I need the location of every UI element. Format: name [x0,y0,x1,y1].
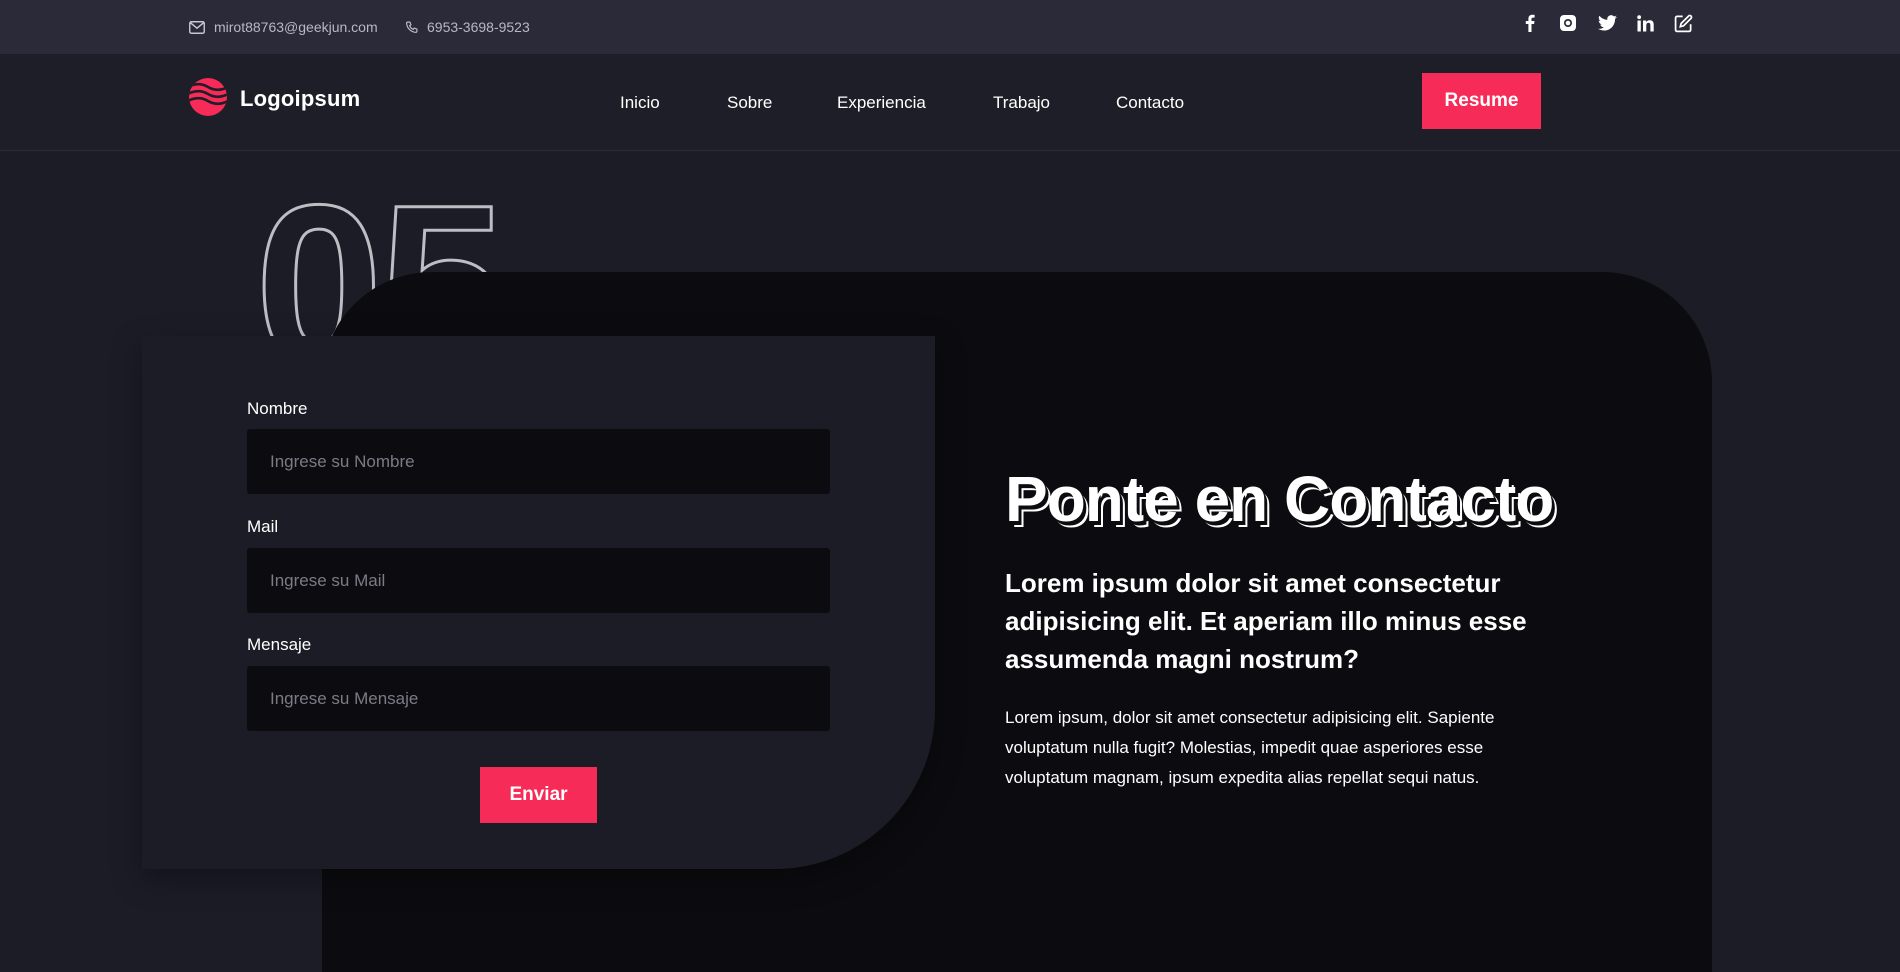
nav-link-contacto[interactable]: Contacto [1116,54,1184,151]
send-button[interactable]: Enviar [480,767,597,823]
resume-button[interactable]: Resume [1422,73,1541,129]
phone-contact[interactable]: 6953-3698-9523 [405,0,530,54]
brand-name: Logoipsum [240,86,361,111]
email-text: mirot88763@geekjun.com [214,19,378,35]
mail-label: Mail [247,517,279,536]
nav-link-experiencia[interactable]: Experiencia [837,54,926,151]
nav-link-trabajo[interactable]: Trabajo [993,54,1050,151]
facebook-icon[interactable] [1519,12,1541,34]
phone-icon [405,21,418,34]
email-contact[interactable]: mirot88763@geekjun.com [189,0,378,54]
main-navbar: Logoipsum Inicio Sobre Experiencia Traba… [0,54,1900,151]
brand-logo-link[interactable]: Logoipsum [188,77,361,122]
name-input[interactable] [247,429,830,494]
message-label: Mensaje [247,635,312,654]
logo-icon [188,77,228,122]
contact-title: Ponte en Contacto [1005,463,1554,535]
edit-icon[interactable] [1672,12,1694,34]
contact-subtitle: Lorem ipsum dolor sit amet consectetur a… [1005,568,1527,674]
mail-icon [189,20,205,34]
name-label: Nombre [247,399,308,418]
mail-input[interactable] [247,548,830,613]
phone-text: 6953-3698-9523 [427,19,530,35]
message-input[interactable] [247,666,830,731]
contact-description: Lorem ipsum, dolor sit amet consectetur … [1005,708,1495,787]
instagram-icon[interactable] [1557,12,1579,34]
nav-link-inicio[interactable]: Inicio [620,54,660,151]
twitter-icon[interactable] [1596,12,1618,34]
contact-form: Nombre Mail Mensaje Enviar [142,336,935,869]
linkedin-icon[interactable] [1634,12,1656,34]
top-contact-bar: mirot88763@geekjun.com 6953-3698-9523 [0,0,1900,54]
nav-link-sobre[interactable]: Sobre [727,54,772,151]
